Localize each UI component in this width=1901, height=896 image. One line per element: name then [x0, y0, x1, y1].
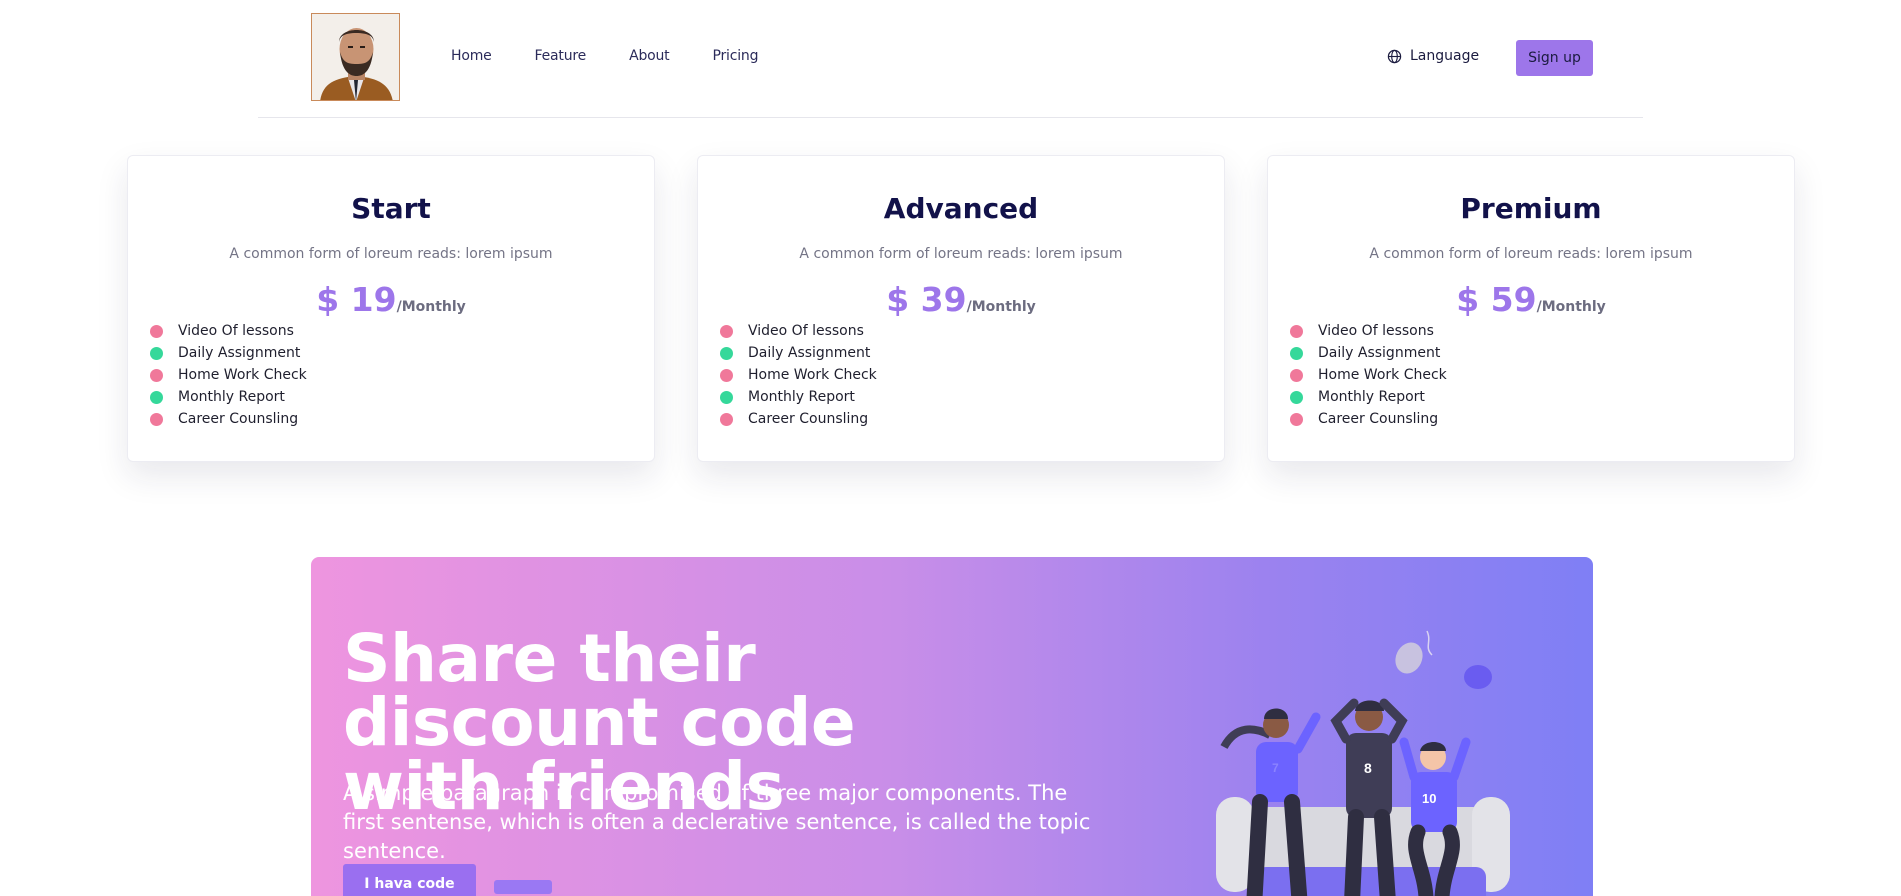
plan-subtitle: A common form of loreum reads: lorem ips…	[229, 246, 553, 262]
bullet-dot	[720, 390, 733, 404]
pricing-card-start: Start A common form of loreum reads: lor…	[127, 155, 655, 462]
feature-label: Home Work Check	[178, 367, 307, 383]
balloon-icon	[1395, 642, 1423, 674]
feature-item: Career Counsling	[1290, 408, 1447, 430]
profile-avatar[interactable]	[311, 13, 400, 101]
feature-label: Monthly Report	[748, 389, 855, 405]
feature-item: Career Counsling	[720, 408, 877, 430]
main-nav: Home Feature About Pricing	[451, 48, 801, 64]
feature-label: Career Counsling	[178, 411, 299, 427]
feature-item: Monthly Report	[1290, 386, 1447, 408]
nav-home[interactable]: Home	[451, 48, 492, 64]
feature-label: Video Of lessons	[748, 323, 864, 339]
plan-price: $ 39/Monthly	[698, 280, 1224, 319]
feature-label: Home Work Check	[1318, 367, 1447, 383]
plan-price: $ 59/Monthly	[1268, 280, 1794, 319]
banner-paragraph: A simple paragraph is compromised of thr…	[343, 781, 1091, 863]
feature-item: Daily Assignment	[150, 342, 307, 364]
nav-feature[interactable]: Feature	[535, 48, 587, 64]
price-amount: $ 19	[316, 280, 397, 319]
feature-item: Video Of lessons	[1290, 320, 1447, 342]
header-divider	[258, 117, 1643, 118]
price-period: /Monthly	[1536, 299, 1606, 315]
balloon-icon	[1464, 665, 1492, 689]
feature-label: Daily Assignment	[178, 345, 301, 361]
feature-label: Monthly Report	[178, 389, 285, 405]
pricing-card-premium: Premium A common form of loreum reads: l…	[1267, 155, 1795, 462]
feature-item: Home Work Check	[1290, 364, 1447, 386]
feature-item: Daily Assignment	[720, 342, 877, 364]
plan-price: $ 19/Monthly	[128, 280, 654, 319]
pricing-card-advanced: Advanced A common form of loreum reads: …	[697, 155, 1225, 462]
feature-list: Video Of lessons Daily Assignment Home W…	[1290, 320, 1447, 430]
feature-label: Video Of lessons	[178, 323, 294, 339]
feature-item: Video Of lessons	[720, 320, 877, 342]
language-selector[interactable]: Language	[1387, 48, 1479, 64]
feature-item: Home Work Check	[720, 364, 877, 386]
feature-list: Video Of lessons Daily Assignment Home W…	[150, 320, 307, 430]
bullet-dot	[720, 346, 733, 360]
plan-subtitle: A common form of loreum reads: lorem ips…	[1369, 246, 1693, 262]
plan-title: Advanced	[883, 192, 1039, 225]
bullet-dot	[150, 324, 163, 338]
bullet-dot	[1290, 346, 1303, 360]
bullet-dot	[1290, 412, 1303, 426]
plan-subtitle: A common form of loreum reads: lorem ips…	[799, 246, 1123, 262]
price-period: /Monthly	[966, 299, 1036, 315]
feature-item: Monthly Report	[150, 386, 307, 408]
bullet-dot	[1290, 390, 1303, 404]
nav-pricing[interactable]: Pricing	[712, 48, 758, 64]
feature-item: Video Of lessons	[150, 320, 307, 342]
bullet-dot	[720, 412, 733, 426]
jersey-number: 7	[1272, 761, 1279, 775]
jersey-number: 10	[1422, 791, 1436, 806]
feature-label: Career Counsling	[748, 411, 869, 427]
feature-item: Daily Assignment	[1290, 342, 1447, 364]
bullet-dot	[150, 390, 163, 404]
feature-label: Video Of lessons	[1318, 323, 1434, 339]
nav-about[interactable]: About	[629, 48, 670, 64]
price-amount: $ 59	[1456, 280, 1537, 319]
feature-label: Monthly Report	[1318, 389, 1425, 405]
bullet-dot	[1290, 368, 1303, 382]
feature-item: Home Work Check	[150, 364, 307, 386]
plan-title: Start	[351, 192, 431, 225]
bullet-dot	[150, 412, 163, 426]
feature-list: Video Of lessons Daily Assignment Home W…	[720, 320, 877, 430]
secondary-button[interactable]	[494, 880, 552, 894]
language-label: Language	[1410, 48, 1480, 64]
site-header: Home Feature About Pricing Language Sign…	[0, 0, 1901, 118]
signup-button[interactable]: Sign up	[1516, 40, 1593, 76]
feature-item: Monthly Report	[720, 386, 877, 408]
feature-label: Home Work Check	[748, 367, 877, 383]
bullet-dot	[720, 324, 733, 338]
plan-title: Premium	[1460, 192, 1602, 225]
globe-icon	[1387, 49, 1402, 63]
bullet-dot	[720, 368, 733, 382]
feature-label: Daily Assignment	[748, 345, 871, 361]
bullet-dot	[1290, 324, 1303, 338]
celebrating-friends-illustration: 7 8 10	[1216, 630, 1510, 896]
feature-label: Career Counsling	[1318, 411, 1439, 427]
price-period: /Monthly	[396, 299, 466, 315]
discount-banner: Share their discount code with friends A…	[311, 557, 1593, 896]
jersey-number: 8	[1364, 760, 1372, 776]
feature-label: Daily Assignment	[1318, 345, 1441, 361]
bullet-dot	[150, 346, 163, 360]
price-amount: $ 39	[886, 280, 967, 319]
have-code-button[interactable]: I hava code	[343, 864, 476, 896]
bullet-dot	[150, 368, 163, 382]
avatar-portrait	[312, 14, 399, 100]
feature-item: Career Counsling	[150, 408, 307, 430]
